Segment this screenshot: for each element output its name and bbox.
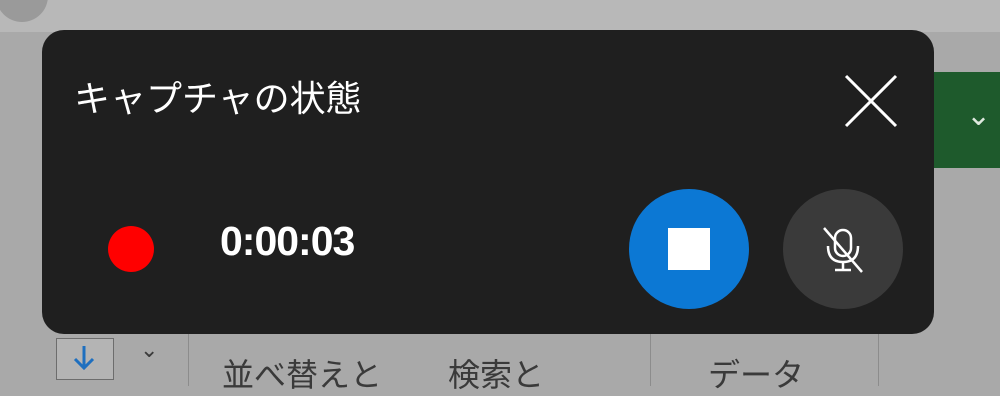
microphone-muted-icon <box>823 227 863 273</box>
elapsed-time: 0:00:03 <box>220 218 355 264</box>
down-arrow-icon <box>73 346 95 371</box>
background-ribbon-text-data: データ <box>708 356 805 394</box>
background-toolbar <box>0 0 1000 32</box>
background-ribbon-text-search: 検索と <box>448 356 545 394</box>
close-icon <box>844 74 898 128</box>
background-divider <box>878 334 879 386</box>
background-divider <box>188 334 189 386</box>
panel-title: キャプチャの状態 <box>74 79 362 120</box>
background-chevron-icon: ⌄ <box>966 98 992 133</box>
microphone-toggle-button[interactable] <box>783 189 903 309</box>
background-divider <box>650 334 651 386</box>
close-button[interactable] <box>842 72 900 130</box>
capture-status-panel: キャプチャの状態 0:00:03 <box>42 30 934 334</box>
stop-recording-button[interactable] <box>629 189 749 309</box>
recording-indicator <box>108 226 154 272</box>
stop-icon <box>668 228 710 270</box>
background-ribbon-text-sort: 並べ替えと <box>222 356 383 394</box>
background-dropdown-chevron-icon[interactable]: ⌄ <box>140 338 158 363</box>
